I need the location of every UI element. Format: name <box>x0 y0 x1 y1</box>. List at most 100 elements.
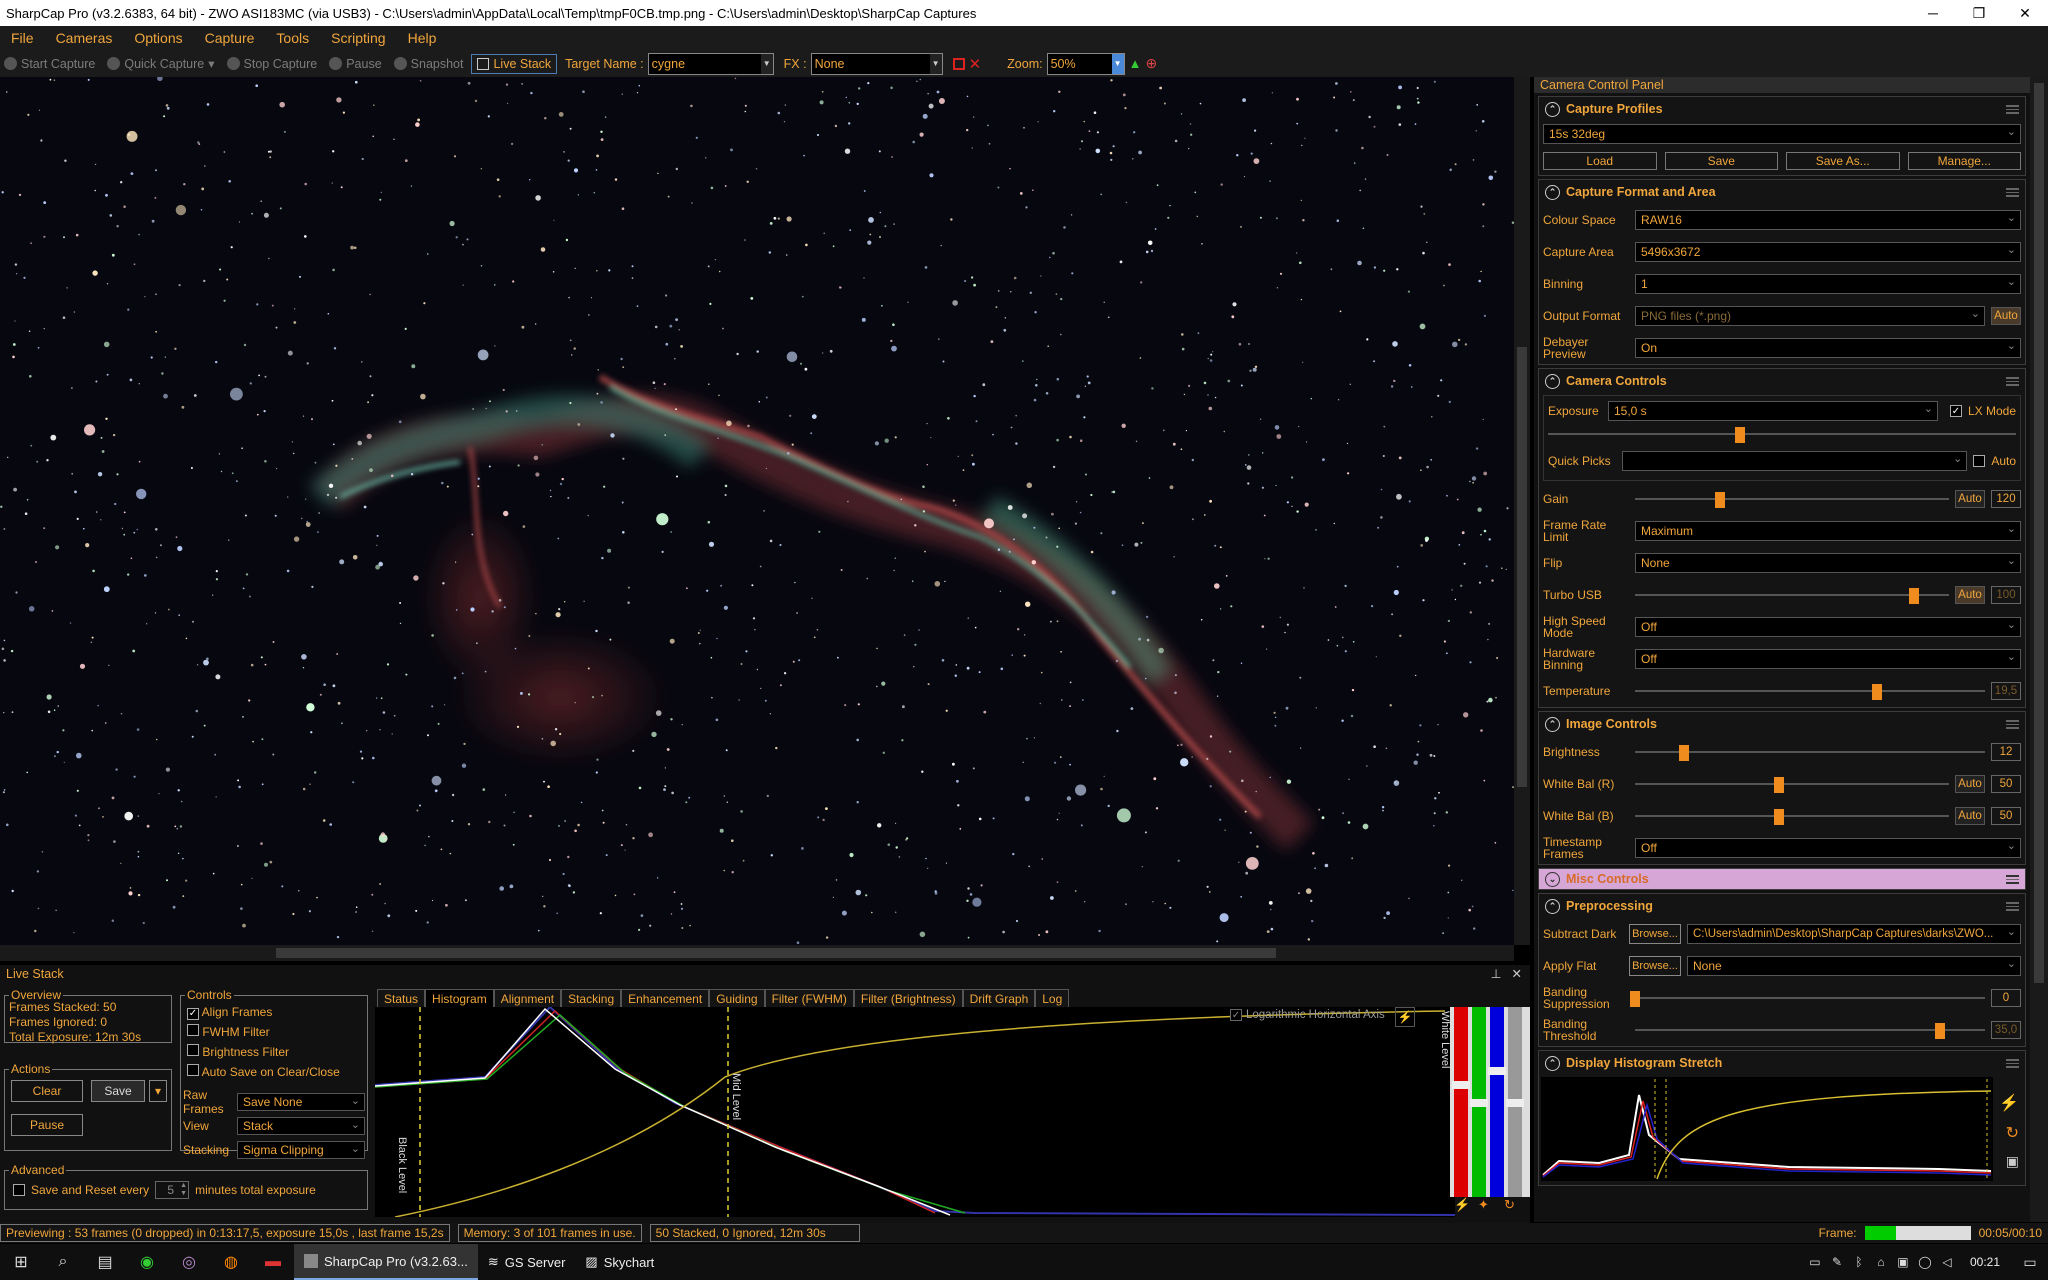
menu-options[interactable]: Options <box>123 30 193 46</box>
zoom-select[interactable]: 50% ▼ <box>1046 52 1125 75</box>
banding-suppression-value[interactable]: 0 <box>1991 989 2021 1007</box>
chevron-down-icon[interactable]: ⌄ <box>1545 871 1560 887</box>
chevron-up-icon[interactable]: ⌃ <box>1545 1055 1560 1071</box>
auto-icon[interactable]: ⚡ <box>1454 1197 1470 1213</box>
panel-scrollbar[interactable] <box>2030 77 2048 1222</box>
pause-button[interactable]: Pause <box>325 57 385 71</box>
quick-capture-button[interactable]: Quick Capture ▾ <box>103 56 218 71</box>
wbr-value[interactable]: 50 <box>1991 775 2021 793</box>
save-profile-button[interactable]: Save <box>1664 152 1778 170</box>
tab-status[interactable]: Status <box>377 989 426 1009</box>
section-header[interactable]: ⌄ Misc Controls <box>1539 869 2025 889</box>
save-icon[interactable]: ▣ <box>2006 1153 2019 1170</box>
browse-dark-button[interactable]: Browse... <box>1629 924 1681 944</box>
tab-enhancement[interactable]: Enhancement <box>621 989 710 1009</box>
capture-area-select[interactable]: 5496x3672 <box>1635 242 2021 262</box>
flip-select[interactable]: None <box>1635 553 2021 573</box>
pin-icon[interactable]: ⊥ <box>1491 966 1502 981</box>
tray-icon[interactable]: ✎ <box>1826 1244 1848 1280</box>
profile-select[interactable]: 15s 32deg <box>1543 124 2021 144</box>
banding-suppression-slider[interactable] <box>1630 991 1985 1007</box>
volume-icon[interactable]: ◁ <box>1936 1244 1958 1280</box>
scroll-thumb[interactable] <box>1517 347 1527 787</box>
white-bal-r-slider[interactable] <box>1635 777 1949 793</box>
slider-thumb[interactable] <box>1774 809 1785 825</box>
minutes-spinner[interactable]: 5 ▲ ▼ <box>155 1181 190 1199</box>
dark-file-select[interactable]: C:\Users\admin\Desktop\SharpCap Captures… <box>1687 924 2021 944</box>
turbo-value[interactable]: 100 <box>1991 586 2021 604</box>
slider-thumb[interactable] <box>1934 1023 1945 1039</box>
browse-flat-button[interactable]: Browse... <box>1629 956 1681 976</box>
task-view-icon[interactable]: ▤ <box>84 1244 126 1280</box>
task-skychart[interactable]: ▨ Skychart <box>575 1244 664 1280</box>
view-select[interactable]: Stack <box>237 1117 365 1135</box>
gain-value[interactable]: 120 <box>1991 490 2021 508</box>
menu-help[interactable]: Help <box>397 30 448 46</box>
menu-icon[interactable] <box>2006 104 2019 114</box>
log-axis-checkbox[interactable]: ✓ Logarithmic Horizontal Axis <box>1230 1009 1385 1021</box>
exposure-slider[interactable] <box>1548 427 2016 443</box>
star-icon[interactable]: ✦ <box>1478 1197 1489 1213</box>
bluetooth-icon[interactable]: ᛒ <box>1848 1244 1870 1280</box>
slider-thumb[interactable] <box>1714 492 1725 508</box>
image-preview[interactable] <box>0 77 1514 945</box>
tab-filter-fwhm[interactable]: Filter (FWHM) <box>764 989 854 1009</box>
turbo-usb-slider[interactable] <box>1635 588 1949 604</box>
image-vertical-scrollbar[interactable] <box>1514 77 1530 945</box>
raw-frames-select[interactable]: Save None <box>237 1093 365 1111</box>
output-format-select[interactable]: PNG files (*.png) <box>1635 306 1985 326</box>
windows-start-icon[interactable]: ⊞ <box>0 1244 42 1280</box>
slider-thumb[interactable] <box>1630 991 1640 1007</box>
section-header[interactable]: ⌃ Preprocessing <box>1539 894 2025 918</box>
exposure-input[interactable]: 15,0 s <box>1607 401 1938 421</box>
stop-capture-button[interactable]: Stop Capture <box>223 57 322 71</box>
tab-alignment[interactable]: Alignment <box>493 989 562 1009</box>
gain-slider[interactable] <box>1635 492 1949 508</box>
image-horizontal-scrollbar[interactable] <box>0 945 1514 961</box>
auto-save-checkbox[interactable]: Auto Save on Clear/Close <box>187 1062 340 1082</box>
auto-stretch-icon[interactable]: ⚡ <box>1395 1007 1415 1027</box>
tray-icon[interactable]: ▭ <box>1804 1244 1826 1280</box>
section-header[interactable]: ⌃ Display Histogram Stretch <box>1539 1051 2025 1075</box>
rgb-level-bars[interactable]: ⚡ ✦ ↻ <box>1450 1007 1530 1217</box>
chevron-up-icon[interactable]: ⌃ <box>1545 898 1560 914</box>
quick-picks-select[interactable] <box>1622 451 1968 471</box>
reset-icon[interactable]: ↻ <box>2006 1123 2019 1143</box>
stacking-select[interactable]: Sigma Clipping <box>237 1141 365 1159</box>
wbr-auto-button[interactable]: Auto <box>1955 775 1985 793</box>
clear-button[interactable]: Clear <box>11 1080 83 1102</box>
task-gs-server[interactable]: ≋ GS Server <box>478 1244 576 1280</box>
menu-icon[interactable] <box>2006 376 2019 386</box>
tab-stacking[interactable]: Stacking <box>561 989 622 1009</box>
tab-log[interactable]: Log <box>1035 989 1070 1009</box>
fx-select[interactable]: None ▼ <box>810 52 943 75</box>
app-red-icon[interactable]: ▬ <box>252 1244 294 1280</box>
start-capture-button[interactable]: Start Capture <box>0 57 99 71</box>
menu-cameras[interactable]: Cameras <box>45 30 124 46</box>
scroll-thumb[interactable] <box>276 948 1276 958</box>
menu-icon[interactable] <box>2006 901 2019 911</box>
tab-drift-graph[interactable]: Drift Graph <box>962 989 1036 1009</box>
slider-thumb[interactable] <box>1774 777 1785 793</box>
flat-file-select[interactable]: None <box>1687 956 2021 976</box>
align-frames-checkbox[interactable]: ✓ Align Frames <box>187 1002 340 1022</box>
crosshair-icon[interactable]: ✕ <box>969 55 982 73</box>
target-name-input[interactable]: cygne ▼ <box>647 52 774 75</box>
high-speed-select[interactable]: Off <box>1635 617 2021 637</box>
live-stack-button[interactable]: Live Stack <box>471 53 558 74</box>
menu-tools[interactable]: Tools <box>265 30 320 46</box>
quick-auto-checkbox[interactable] <box>1973 455 1986 467</box>
menu-icon[interactable] <box>2006 719 2019 729</box>
menu-scripting[interactable]: Scripting <box>320 30 396 46</box>
zoom-icon[interactable]: ⊕ <box>1145 55 1157 72</box>
colour-space-select[interactable]: RAW16 <box>1635 210 2021 230</box>
save-as-profile-button[interactable]: Save As... <box>1786 152 1900 170</box>
save-options-chevron-icon[interactable]: ▾ <box>149 1080 167 1102</box>
debayer-select[interactable]: On <box>1635 338 2021 358</box>
tab-filter-brightness[interactable]: Filter (Brightness) <box>853 989 963 1009</box>
chevron-up-icon[interactable]: ⌃ <box>1545 716 1560 732</box>
stretch-histogram[interactable]: ⚡ ↻ ▣ <box>1539 1075 2025 1185</box>
brightness-value[interactable]: 12 <box>1991 743 2021 761</box>
manage-profiles-button[interactable]: Manage... <box>1907 152 2021 170</box>
slider-thumb[interactable] <box>1909 588 1920 604</box>
